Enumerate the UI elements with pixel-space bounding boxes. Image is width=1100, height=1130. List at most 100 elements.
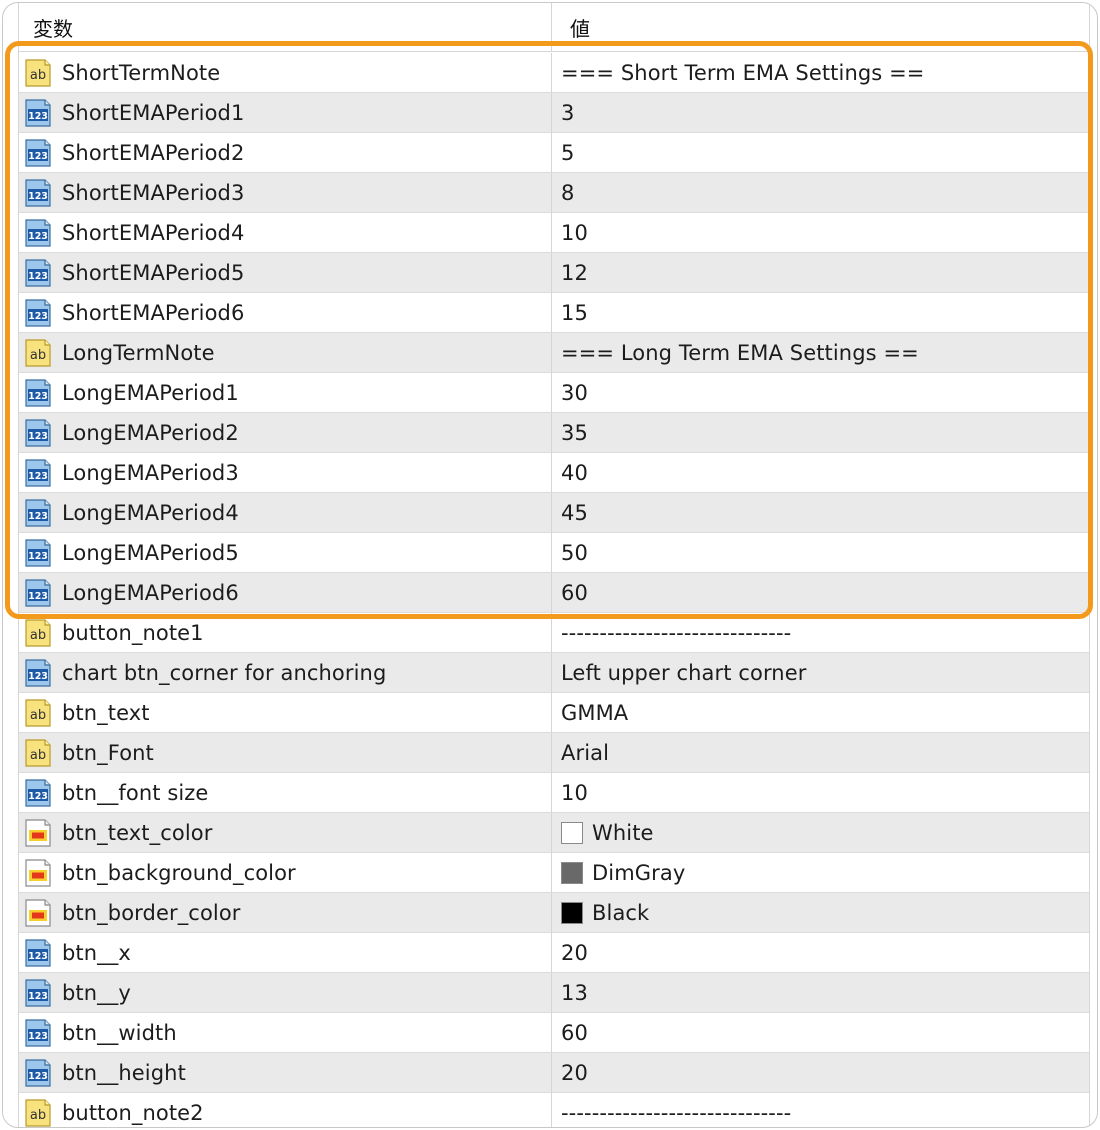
table-row[interactable]: 123 LongEMAPeriod6 60 [19, 573, 1089, 613]
value-cell[interactable]: 35 [552, 413, 1089, 452]
variable-cell[interactable]: ab btn_text [19, 693, 552, 732]
variable-cell[interactable]: 123 LongEMAPeriod6 [19, 573, 552, 612]
variable-name: button_note2 [62, 1100, 204, 1125]
value-cell[interactable]: ------------------------------ [552, 613, 1089, 652]
color-swatch[interactable] [561, 861, 583, 884]
variable-cell[interactable]: 123 ShortEMAPeriod1 [19, 93, 552, 132]
column-header-value[interactable]: 値 [552, 3, 1089, 51]
value-cell[interactable]: 60 [552, 1013, 1089, 1052]
table-row[interactable]: ab button_note1 --------------------------… [19, 613, 1089, 653]
variable-cell[interactable]: 123 LongEMAPeriod4 [19, 493, 552, 532]
variable-cell[interactable]: btn_background_color [19, 853, 552, 892]
variable-cell[interactable]: 123 btn__width [19, 1013, 552, 1052]
value-cell[interactable]: 10 [552, 213, 1089, 252]
value-cell[interactable]: ------------------------------ [552, 1093, 1089, 1127]
value-cell[interactable]: 40 [552, 453, 1089, 492]
variable-cell[interactable]: ab LongTermNote [19, 333, 552, 372]
color-swatch[interactable] [561, 901, 583, 924]
variable-value: Left upper chart corner [561, 660, 807, 685]
string-icon: ab [23, 618, 53, 648]
table-row[interactable]: 123 LongEMAPeriod1 30 [19, 373, 1089, 413]
table-row[interactable]: btn_background_color DimGray [19, 853, 1089, 893]
variable-cell[interactable]: 123 ShortEMAPeriod2 [19, 133, 552, 172]
table-row[interactable]: 123 ShortEMAPeriod3 8 [19, 173, 1089, 213]
variable-cell[interactable]: 123 chart btn_corner for anchoring [19, 653, 552, 692]
svg-text:ab: ab [30, 68, 46, 83]
svg-text:123: 123 [28, 591, 48, 602]
variable-cell[interactable]: 123 LongEMAPeriod2 [19, 413, 552, 452]
variable-value: 5 [561, 140, 575, 165]
variable-cell[interactable]: btn_border_color [19, 893, 552, 932]
value-cell[interactable]: 45 [552, 493, 1089, 532]
variable-cell[interactable]: 123 ShortEMAPeriod4 [19, 213, 552, 252]
value-cell[interactable]: 5 [552, 133, 1089, 172]
color-swatch[interactable] [561, 821, 583, 844]
table-row[interactable]: 123 LongEMAPeriod5 50 [19, 533, 1089, 573]
table-row[interactable]: 123 ShortEMAPeriod6 15 [19, 293, 1089, 333]
table-row[interactable]: 123 ShortEMAPeriod2 5 [19, 133, 1089, 173]
value-cell[interactable]: GMMA [552, 693, 1089, 732]
variable-value: 12 [561, 260, 588, 285]
variable-value: 3 [561, 100, 575, 125]
table-row[interactable]: btn_border_color Black [19, 893, 1089, 933]
table-row[interactable]: 123 btn__height 20 [19, 1053, 1089, 1093]
variable-cell[interactable]: ab btn_Font [19, 733, 552, 772]
table-row[interactable]: 123 btn__font size 10 [19, 773, 1089, 813]
table-row[interactable]: ab ShortTermNote === Short Term EMA Settin… [19, 53, 1089, 93]
value-cell[interactable]: White [552, 813, 1089, 852]
table-row[interactable]: ab button_note2 --------------------------… [19, 1093, 1089, 1128]
string-icon: ab [23, 338, 53, 368]
table-row[interactable]: 123 ShortEMAPeriod5 12 [19, 253, 1089, 293]
string-icon: ab [23, 1098, 53, 1128]
value-cell[interactable]: 60 [552, 573, 1089, 612]
table-row[interactable]: ab btn_Font Arial [19, 733, 1089, 773]
table-row[interactable]: 123 LongEMAPeriod3 40 [19, 453, 1089, 493]
value-cell[interactable]: 3 [552, 93, 1089, 132]
table-row[interactable]: 123 ShortEMAPeriod1 3 [19, 93, 1089, 133]
integer-icon: 123 [23, 378, 53, 408]
value-cell[interactable]: === Long Term EMA Settings == [552, 333, 1089, 372]
variable-cell[interactable]: 123 LongEMAPeriod5 [19, 533, 552, 572]
variable-cell[interactable]: 123 LongEMAPeriod3 [19, 453, 552, 492]
column-header-variable[interactable]: 変数 [19, 3, 552, 51]
value-cell[interactable]: 13 [552, 973, 1089, 1012]
value-cell[interactable]: 15 [552, 293, 1089, 332]
value-cell[interactable]: === Short Term EMA Settings == [552, 53, 1089, 92]
table-row[interactable]: 123 btn__width 60 [19, 1013, 1089, 1053]
table-row[interactable]: 123 ShortEMAPeriod4 10 [19, 213, 1089, 253]
value-cell[interactable]: 12 [552, 253, 1089, 292]
value-cell[interactable]: 30 [552, 373, 1089, 412]
variable-cell[interactable]: 123 LongEMAPeriod1 [19, 373, 552, 412]
variable-cell[interactable]: 123 ShortEMAPeriod3 [19, 173, 552, 212]
value-cell[interactable]: 8 [552, 173, 1089, 212]
variable-cell[interactable]: 123 btn__x [19, 933, 552, 972]
variable-cell[interactable]: 123 ShortEMAPeriod5 [19, 253, 552, 292]
value-cell[interactable]: Arial [552, 733, 1089, 772]
table-row[interactable]: ab btn_text GMMA [19, 693, 1089, 733]
table-row[interactable]: 123 chart btn_corner for anchoring Left up… [19, 653, 1089, 693]
variable-value: === Short Term EMA Settings == [561, 60, 925, 85]
variable-cell[interactable]: ab ShortTermNote [19, 53, 552, 92]
table-row[interactable]: 123 LongEMAPeriod4 45 [19, 493, 1089, 533]
variable-cell[interactable]: ab button_note1 [19, 613, 552, 652]
svg-text:123: 123 [28, 151, 48, 162]
value-cell[interactable]: 50 [552, 533, 1089, 572]
variable-cell[interactable]: ab button_note2 [19, 1093, 552, 1128]
value-cell[interactable]: DimGray [552, 853, 1089, 892]
variable-cell[interactable]: 123 btn__font size [19, 773, 552, 812]
variable-cell[interactable]: 123 btn__y [19, 973, 552, 1012]
value-cell[interactable]: 20 [552, 1053, 1089, 1092]
table-row[interactable]: 123 btn__x 20 [19, 933, 1089, 973]
value-cell[interactable]: Black [552, 893, 1089, 932]
variable-cell[interactable]: 123 btn__height [19, 1053, 552, 1092]
table-row[interactable]: 123 LongEMAPeriod2 35 [19, 413, 1089, 453]
value-cell[interactable]: 10 [552, 773, 1089, 812]
table-row[interactable]: btn_text_color White [19, 813, 1089, 853]
value-cell[interactable]: 20 [552, 933, 1089, 972]
variable-cell[interactable]: 123 ShortEMAPeriod6 [19, 293, 552, 332]
table-row[interactable]: ab LongTermNote === Long Term EMA Settings… [19, 333, 1089, 373]
integer-icon: 123 [23, 778, 53, 808]
variable-cell[interactable]: btn_text_color [19, 813, 552, 852]
table-row[interactable]: 123 btn__y 13 [19, 973, 1089, 1013]
value-cell[interactable]: Left upper chart corner [552, 653, 1089, 692]
